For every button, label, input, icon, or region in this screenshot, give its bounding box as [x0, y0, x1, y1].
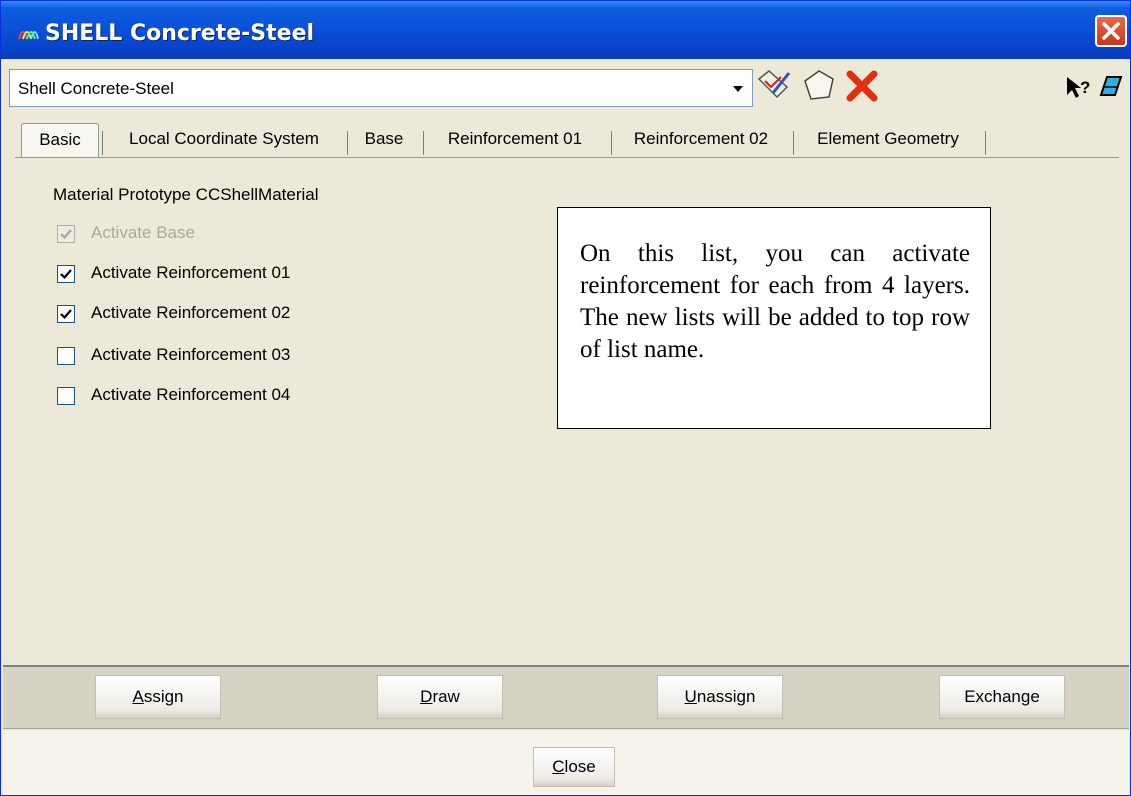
dialog-footer: Close — [3, 731, 1129, 795]
tab-label: Basic — [39, 130, 81, 149]
tab-local-coordinate-system[interactable]: Local Coordinate System — [105, 123, 343, 157]
dropdown-arrow-icon[interactable] — [728, 80, 748, 98]
exchange-button[interactable]: Exchange — [939, 675, 1065, 719]
checkbox-label: Activate Reinforcement 01 — [91, 263, 291, 282]
combo-value: Shell Concrete-Steel — [18, 79, 174, 98]
draw-button[interactable]: Draw — [377, 675, 503, 719]
button-label: Exchange — [964, 687, 1040, 706]
annotation-note-box: On this list, you can activate reinforce… — [557, 207, 991, 429]
checkbox-label: Activate Reinforcement 02 — [91, 303, 291, 322]
tab-base[interactable]: Base — [351, 123, 417, 157]
button-label: raw — [432, 687, 460, 706]
checkbox-box[interactable] — [57, 387, 75, 405]
material-prototype-label: Material Prototype CCShellMaterial — [53, 185, 319, 204]
tab-divider — [102, 131, 103, 155]
checkbox-label: Activate Reinforcement 04 — [91, 385, 291, 404]
material-combo[interactable]: Shell Concrete-Steel — [9, 69, 753, 107]
button-label: ssign — [143, 687, 184, 706]
tab-element-geometry[interactable]: Element Geometry — [797, 123, 979, 157]
eraser-icon[interactable] — [1097, 73, 1125, 106]
checkbox-box[interactable] — [57, 305, 75, 323]
tab-divider — [347, 131, 348, 155]
tab-divider — [423, 131, 424, 155]
new-shape-icon[interactable] — [799, 67, 837, 108]
tab-label: Base — [364, 129, 404, 148]
tab-label: Reinforcement 01 — [447, 129, 583, 148]
assign-button[interactable]: Assign — [95, 675, 221, 719]
close-window-button[interactable] — [1095, 15, 1127, 47]
help-pointer-icon[interactable]: ? — [1065, 75, 1095, 106]
button-mnemonic: U — [684, 687, 697, 706]
svg-text:?: ? — [1080, 78, 1090, 97]
close-button[interactable]: Close — [533, 747, 615, 787]
tab-reinforcement-02[interactable]: Reinforcement 02 — [615, 123, 787, 157]
tab-label: Local Coordinate System — [129, 129, 319, 148]
toolbar: Shell Concrete-Steel ? — [3, 59, 1129, 121]
checkbox-box — [57, 225, 75, 243]
checkbox-box[interactable] — [57, 347, 75, 365]
delete-x-icon[interactable] — [845, 69, 879, 108]
dialog-window: SHELL Concrete-Steel Shell Concrete-Stee… — [0, 0, 1131, 796]
tab-divider — [793, 131, 794, 155]
action-button-bar: Assign Draw Unassign Exchange — [3, 665, 1129, 729]
tab-label: Element Geometry — [817, 129, 959, 148]
checkbox-box[interactable] — [57, 265, 75, 283]
unassign-button[interactable]: Unassign — [657, 675, 783, 719]
button-mnemonic: D — [420, 687, 433, 706]
tab-divider — [611, 131, 612, 155]
window-title: SHELL Concrete-Steel — [45, 21, 315, 46]
tab-reinforcement-01[interactable]: Reinforcement 01 — [427, 123, 603, 157]
checkbox-label: Activate Base — [91, 223, 195, 242]
annotation-note-text: On this list, you can activate reinforce… — [580, 240, 970, 363]
button-label: nassign — [696, 687, 756, 706]
tab-basic[interactable]: Basic — [21, 123, 99, 157]
rename-edit-icon[interactable] — [755, 67, 793, 108]
title-bar[interactable]: SHELL Concrete-Steel — [1, 1, 1130, 59]
tab-label: Reinforcement 02 — [633, 129, 769, 148]
button-mnemonic: C — [552, 757, 565, 776]
app-rainbow-icon — [17, 23, 39, 41]
checkbox-label: Activate Reinforcement 03 — [91, 345, 291, 364]
button-mnemonic: A — [132, 687, 144, 706]
tab-divider — [985, 131, 986, 155]
button-label: lose — [564, 757, 596, 776]
